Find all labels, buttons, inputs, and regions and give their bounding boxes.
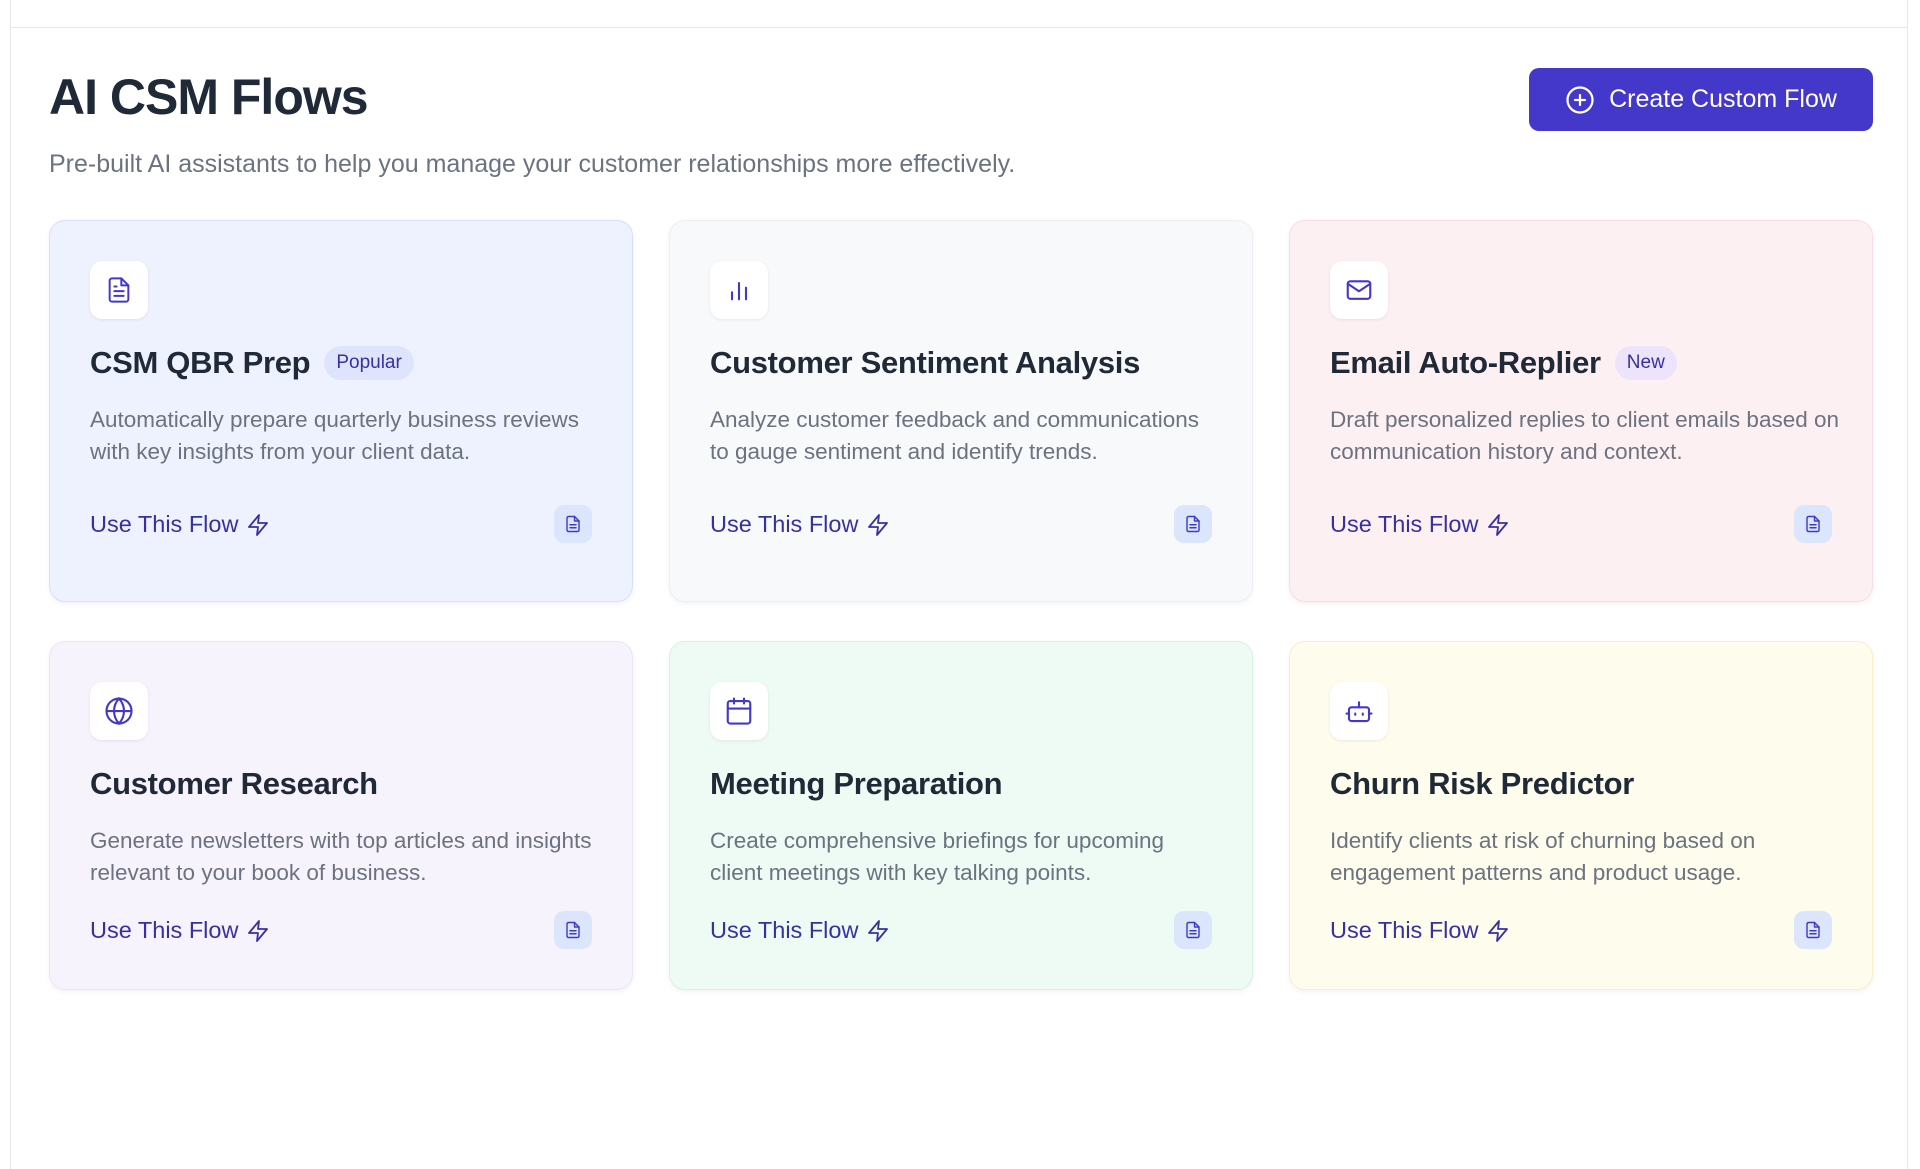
flow-title-row: Email Auto-Replier New [1330, 345, 1677, 381]
use-this-flow-label: Use This Flow [1330, 511, 1479, 537]
lightning-icon [1486, 513, 1510, 537]
top-divider [10, 27, 1908, 28]
view-document-button[interactable] [1794, 505, 1832, 543]
flow-card[interactable]: Churn Risk Predictor Identify clients at… [1289, 641, 1873, 990]
flow-title-row: Churn Risk Predictor [1330, 766, 1634, 802]
document-icon [1804, 921, 1822, 939]
document-icon [1804, 515, 1822, 533]
flow-description: Create comprehensive briefings for upcom… [710, 828, 1164, 885]
flow-card[interactable]: Email Auto-Replier New Draft personalize… [1289, 220, 1873, 602]
flow-card[interactable]: CSM QBR Prep Popular Automatically prepa… [49, 220, 633, 602]
bar-chart-icon [710, 261, 768, 319]
flow-card[interactable]: Meeting Preparation Create comprehensive… [669, 641, 1253, 990]
document-icon [1184, 515, 1202, 533]
document-icon [1184, 921, 1202, 939]
robot-icon [1330, 682, 1388, 740]
flow-title: Email Auto-Replier [1330, 345, 1601, 380]
page-title: AI CSM Flows [49, 69, 369, 125]
flow-card[interactable]: Customer Research Generate newsletters w… [49, 641, 633, 990]
create-custom-flow-button[interactable]: Create Custom Flow [1529, 68, 1873, 131]
use-this-flow-label: Use This Flow [710, 511, 859, 537]
use-this-flow-label: Use This Flow [90, 917, 239, 943]
use-this-flow-label: Use This Flow [710, 917, 859, 943]
flow-description: Automatically prepare quarterly business… [90, 407, 579, 464]
flow-title: Customer Research [90, 766, 378, 801]
use-this-flow-link[interactable]: Use This Flow [1330, 917, 1510, 944]
document-icon [564, 921, 582, 939]
lightning-icon [246, 919, 270, 943]
page-subtitle: Pre-built AI assistants to help you mana… [49, 150, 1016, 178]
flow-title-row: Customer Sentiment Analysis [710, 345, 1140, 381]
calendar-icon [710, 682, 768, 740]
flow-description: Identify clients at risk of churning bas… [1330, 828, 1756, 885]
use-this-flow-link[interactable]: Use This Flow [90, 511, 270, 538]
flow-badge: New [1614, 346, 1677, 380]
use-this-flow-link[interactable]: Use This Flow [90, 917, 270, 944]
mail-icon [1330, 261, 1388, 319]
view-document-button[interactable] [554, 505, 592, 543]
flow-badge: Popular [324, 346, 414, 380]
use-this-flow-label: Use This Flow [1330, 917, 1479, 943]
globe-icon [90, 682, 148, 740]
view-document-button[interactable] [1174, 505, 1212, 543]
flow-description: Generate newsletters with top articles a… [90, 828, 592, 885]
document-icon [564, 515, 582, 533]
flow-title: Customer Sentiment Analysis [710, 345, 1141, 380]
flow-card[interactable]: Customer Sentiment Analysis Analyze cust… [669, 220, 1253, 602]
flow-title: Meeting Preparation [710, 766, 1003, 801]
lightning-icon [866, 919, 890, 943]
use-this-flow-link[interactable]: Use This Flow [1330, 511, 1510, 538]
create-custom-flow-label: Create Custom Flow [1609, 85, 1837, 113]
view-document-button[interactable] [1174, 911, 1212, 949]
use-this-flow-label: Use This Flow [90, 511, 239, 537]
document-icon [90, 261, 148, 319]
flow-title: Churn Risk Predictor [1330, 766, 1635, 801]
lightning-icon [1486, 919, 1510, 943]
plus-circle-icon [1565, 85, 1595, 115]
use-this-flow-link[interactable]: Use This Flow [710, 511, 890, 538]
flow-title-row: Meeting Preparation [710, 766, 1003, 802]
flow-description: Draft personalized replies to client ema… [1330, 407, 1840, 464]
flow-title-row: CSM QBR Prep Popular [90, 345, 414, 381]
lightning-icon [246, 513, 270, 537]
view-document-button[interactable] [554, 911, 592, 949]
lightning-icon [866, 513, 890, 537]
flow-title: CSM QBR Prep [90, 345, 311, 380]
flow-title-row: Customer Research [90, 766, 378, 802]
flow-description: Analyze customer feedback and communicat… [710, 407, 1200, 464]
use-this-flow-link[interactable]: Use This Flow [710, 917, 890, 944]
view-document-button[interactable] [1794, 911, 1832, 949]
